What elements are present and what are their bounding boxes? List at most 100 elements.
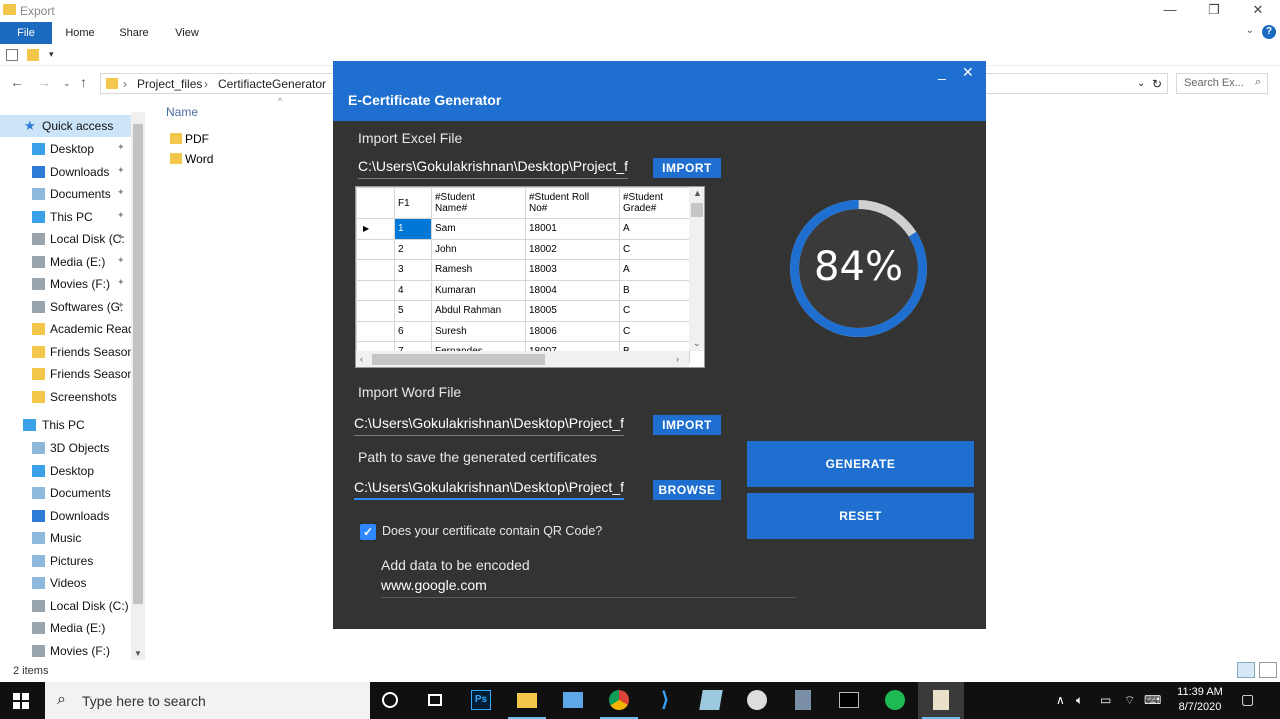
tab-home[interactable]: Home	[60, 22, 100, 44]
grid-cell[interactable]: Ramesh	[431, 259, 526, 281]
volume-icon[interactable]: 🔈︎	[1076, 693, 1083, 708]
explorer-search-input[interactable]: Search Ex... ⌕	[1176, 73, 1268, 94]
tab-view[interactable]: View	[167, 22, 207, 44]
grid-row[interactable]: 6 Suresh 18006 C	[356, 320, 690, 342]
column-header[interactable]: #Student Name#	[431, 187, 526, 219]
nav-this-pc[interactable]: This PC	[0, 414, 133, 436]
forward-icon[interactable]: →	[37, 74, 51, 90]
nav-item[interactable]: Desktop ✦	[0, 138, 133, 160]
nav-item[interactable]: Screenshots	[0, 386, 133, 408]
close-button[interactable]: ✕	[962, 64, 974, 81]
grid-cell[interactable]: C	[619, 300, 690, 322]
nav-item[interactable]: Documents ✦	[0, 183, 133, 205]
row-header[interactable]	[356, 300, 395, 322]
scrollbar-thumb[interactable]	[691, 203, 703, 217]
nav-item[interactable]: Videos	[0, 572, 133, 594]
large-icons-view-icon[interactable]	[1259, 662, 1277, 678]
calculator-icon[interactable]	[780, 682, 826, 719]
minimize-button[interactable]: _	[938, 64, 946, 80]
maximize-button[interactable]: ❐	[1192, 0, 1236, 22]
row-header[interactable]	[356, 279, 395, 301]
column-header-name[interactable]: Name	[166, 105, 198, 119]
grid-cell[interactable]: John	[431, 238, 526, 260]
grid-cell[interactable]: Suresh	[431, 320, 526, 342]
details-view-icon[interactable]	[1237, 662, 1255, 678]
new-folder-icon[interactable]	[27, 49, 39, 61]
grid-vertical-scrollbar[interactable]: ▲ ⌄	[689, 187, 704, 351]
nav-item[interactable]: Media (E:) ✦	[0, 251, 133, 273]
grid-cell[interactable]: 18002	[525, 238, 620, 260]
nav-scrollbar[interactable]: ▼	[131, 112, 145, 660]
vscode-icon[interactable]: ⟩	[642, 682, 688, 719]
nav-item[interactable]: Downloads ✦	[0, 161, 133, 183]
excel-data-grid[interactable]: F1 #Student Name# #Student Roll No# #Stude…	[355, 186, 705, 368]
grid-cell[interactable]: 18004	[525, 279, 620, 301]
address-dropdown-icon[interactable]: ⌄	[1137, 78, 1145, 89]
up-icon[interactable]: ↑	[80, 74, 87, 90]
grid-cell[interactable]: 5	[394, 300, 432, 322]
breadcrumb-certificate-generator[interactable]: CertifiacteGenerator	[218, 77, 326, 91]
scrollbar-thumb[interactable]	[372, 354, 545, 365]
grid-cell[interactable]: C	[619, 238, 690, 260]
terminal-icon[interactable]	[826, 682, 872, 719]
task-view-icon[interactable]	[412, 682, 458, 719]
grid-row[interactable]: ▶ 1 Sam 18001 A	[356, 218, 690, 240]
nav-item[interactable]: Friends Season 5	[0, 341, 133, 363]
grid-cell[interactable]: 2	[394, 238, 432, 260]
properties-icon[interactable]	[6, 49, 18, 61]
nav-item[interactable]: Downloads	[0, 505, 133, 527]
grid-cell[interactable]: 4	[394, 279, 432, 301]
import-excel-button[interactable]: IMPORT	[653, 158, 721, 178]
recent-locations-icon[interactable]: ⌄	[63, 78, 71, 89]
windows-start-icon[interactable]	[13, 693, 29, 709]
cortana-icon[interactable]	[367, 682, 413, 719]
certificate-app-taskbar-icon[interactable]	[918, 682, 964, 719]
file-explorer-taskbar-icon[interactable]	[504, 682, 550, 719]
photoshop-icon[interactable]: Ps	[458, 682, 504, 719]
nav-item[interactable]: Softwares (G: ✦	[0, 296, 133, 318]
scrollbar-thumb[interactable]	[133, 124, 143, 604]
refresh-icon[interactable]: ↻	[1152, 77, 1162, 91]
paint-icon[interactable]	[734, 682, 780, 719]
system-clock[interactable]: 11:39 AM 8/7/2020	[1170, 685, 1230, 715]
notes-app-icon[interactable]	[688, 682, 734, 719]
row-header[interactable]: ▶	[356, 218, 395, 240]
grid-cell[interactable]: 18005	[525, 300, 620, 322]
notifications-icon[interactable]: ▢	[1241, 691, 1254, 708]
show-hidden-icons-icon[interactable]: ∧	[1056, 693, 1065, 707]
close-button[interactable]: ✕	[1236, 0, 1280, 22]
grid-row[interactable]: 4 Kumaran 18004 B	[356, 279, 690, 301]
nav-item[interactable]: 3D Objects	[0, 437, 133, 459]
grid-row[interactable]: 2 John 18002 C	[356, 238, 690, 260]
grid-cell[interactable]: 18006	[525, 320, 620, 342]
nav-item[interactable]: Local Disk (C: ✦	[0, 228, 133, 250]
nav-item[interactable]: Media (E:)	[0, 617, 133, 639]
keyboard-icon[interactable]: ⌨	[1144, 693, 1161, 707]
grid-row[interactable]: 5 Abdul Rahman 18005 C	[356, 300, 690, 322]
tab-file[interactable]: File	[0, 22, 52, 44]
grid-cell[interactable]: 1	[394, 218, 432, 240]
grid-cell[interactable]: A	[619, 218, 690, 240]
nav-item[interactable]: Music	[0, 527, 133, 549]
spotify-icon[interactable]	[872, 682, 918, 719]
row-header[interactable]	[356, 238, 395, 260]
nav-item[interactable]: Movies (F:) ✦	[0, 273, 133, 295]
grid-cell[interactable]: B	[619, 279, 690, 301]
grid-horizontal-scrollbar[interactable]: ‹ ›	[356, 351, 689, 367]
grid-cell[interactable]: Sam	[431, 218, 526, 240]
save-path-input[interactable]: C:\Users\Gokulakrishnan\Desktop\Project_…	[354, 476, 624, 500]
wifi-icon[interactable]: ⌔	[1124, 693, 1135, 708]
nav-item[interactable]: Movies (F:)	[0, 640, 133, 661]
minimize-button[interactable]: —	[1148, 0, 1192, 22]
qr-code-checkbox[interactable]: ✓	[360, 524, 376, 540]
grid-cell[interactable]: C	[619, 320, 690, 342]
nav-item[interactable]: Documents	[0, 482, 133, 504]
nav-quick-access[interactable]: ★ Quick access	[0, 115, 133, 137]
tab-share[interactable]: Share	[114, 22, 154, 44]
customize-toolbar-icon[interactable]: ▾	[49, 49, 61, 61]
qr-data-input[interactable]: www.google.com	[381, 574, 796, 598]
control-panel-icon[interactable]	[550, 682, 596, 719]
chevron-down-icon[interactable]: ⌄	[1246, 25, 1254, 36]
grid-cell[interactable]: Abdul Rahman	[431, 300, 526, 322]
nav-item[interactable]: Pictures	[0, 550, 133, 572]
